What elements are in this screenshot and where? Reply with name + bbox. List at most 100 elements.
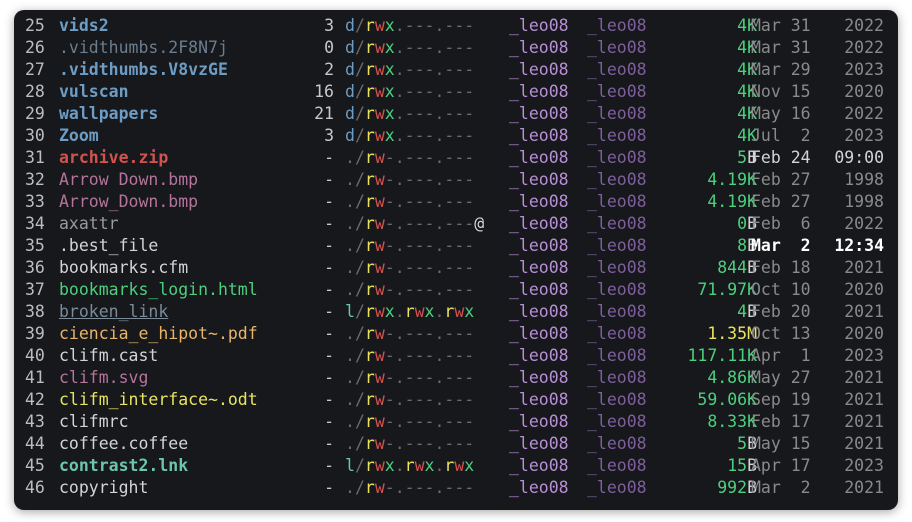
file-row[interactable]: 32 Arrow Down.bmp - ./rw-.---.--- _leo08 _leo… [14, 169, 898, 191]
file-size: 8.33K [707, 411, 757, 433]
row-number: 46 [25, 478, 45, 497]
item-count: - [324, 456, 334, 475]
file-row[interactable]: 26 .vidthumbs.2F8N7j 0 d/rwx.---.--- _leo08 _… [14, 37, 898, 59]
row-number: 28 [25, 82, 45, 101]
file-name[interactable]: Arrow Down.bmp [59, 169, 198, 191]
modified-date: May 27 [751, 367, 811, 389]
file-name[interactable]: clifm_interface~.odt [59, 389, 258, 411]
modified-time: 2021 [844, 390, 884, 409]
file-name[interactable]: bookmarks_login.html [59, 279, 258, 301]
item-count: - [324, 170, 334, 189]
item-count: - [324, 368, 334, 387]
permissions: ./rw-.---.--- [345, 346, 475, 365]
file-name[interactable]: bookmarks.cfm [59, 257, 188, 279]
file-size: 59.06K [697, 389, 757, 411]
file-row[interactable]: 40 clifm.cast - ./rw-.---.--- _leo08 _leo08 11… [14, 345, 898, 367]
row-number: 31 [25, 148, 45, 167]
item-count: - [324, 148, 334, 167]
modified-time: 2021 [844, 368, 884, 387]
permissions: ./rw-.---.--- [345, 236, 475, 255]
file-name[interactable]: broken_link [59, 301, 168, 323]
row-number: 41 [25, 368, 45, 387]
file-row[interactable]: 37 bookmarks_login.html - ./rw-.---.--- _leo… [14, 279, 898, 301]
file-name[interactable]: clifm.cast [59, 345, 158, 367]
month: May [751, 368, 781, 387]
item-count: - [324, 346, 334, 365]
day: 17 [780, 412, 811, 431]
modified-date: Mar 31 [751, 37, 811, 59]
month: Feb [751, 170, 781, 189]
file-name[interactable]: .best_file [59, 235, 158, 257]
modified-date: Mar 29 [751, 59, 811, 81]
file-group: _leo08 [587, 16, 647, 35]
file-name[interactable]: copyright [59, 477, 148, 499]
file-row[interactable]: 36 bookmarks.cfm - ./rw-.---.--- _leo08 _leo0… [14, 257, 898, 279]
file-row[interactable]: 41 clifm.svg - ./rw-.---.--- _leo08 _leo08 4.8… [14, 367, 898, 389]
month: Apr [751, 456, 781, 475]
modified-time: 1998 [844, 170, 884, 189]
file-row[interactable]: 44 coffee.coffee - ./rw-.---.--- _leo08 _leo0… [14, 433, 898, 455]
file-row[interactable]: 39 ciencia_e_hipot~.pdf - ./rw-.---.--- _leo… [14, 323, 898, 345]
file-owner: _leo08 [509, 126, 569, 145]
modified-date: Mar 31 [751, 15, 811, 37]
file-row[interactable]: 38 broken_link - l/rwx.rwx.rwx _leo08 _leo08 4… [14, 301, 898, 323]
modified-time: 2020 [844, 82, 884, 101]
month: Feb [751, 258, 781, 277]
file-name[interactable]: axattr [59, 213, 119, 235]
permissions: ./rw-.---.--- [345, 324, 475, 343]
size-value: 992 [717, 478, 748, 497]
file-name[interactable]: clifmrc [59, 411, 129, 433]
day: 2 [780, 126, 811, 145]
file-name[interactable]: contrast2.lnk [59, 455, 188, 477]
file-row[interactable]: 43 clifmrc - ./rw-.---.--- _leo08 _leo08 8.33K… [14, 411, 898, 433]
month: Feb [751, 192, 781, 211]
file-group: _leo08 [587, 258, 647, 277]
permissions: d/rwx.---.--- [345, 16, 475, 35]
file-name[interactable]: wallpapers [59, 103, 158, 125]
file-row[interactable]: 45 contrast2.lnk - l/rwx.rwx.rwx _leo08 _leo0… [14, 455, 898, 477]
month: Mar [751, 60, 781, 79]
file-row[interactable]: 33 Arrow_Down.bmp - ./rw-.---.--- _leo08 _leo… [14, 191, 898, 213]
file-group: _leo08 [587, 170, 647, 189]
file-row[interactable]: 25 vids2 3 d/rwx.---.--- _leo08 _leo08 4K Mar 3… [14, 15, 898, 37]
permissions: l/rwx.rwx.rwx [345, 302, 475, 321]
modified-date: Feb 27 [751, 191, 811, 213]
file-name[interactable]: vids2 [59, 15, 109, 37]
file-row[interactable]: 28 vulscan 16 d/rwx.---.--- _leo08 _leo08 4K No… [14, 81, 898, 103]
file-row[interactable]: 34 axattr - ./rw-.---.---@ _leo08 _leo08 0B Feb… [14, 213, 898, 235]
file-row[interactable]: 30 Zoom 3 d/rwx.---.--- _leo08 _leo08 4K Jul 22… [14, 125, 898, 147]
item-count: - [324, 258, 334, 277]
file-name[interactable]: Arrow_Down.bmp [59, 191, 198, 213]
file-row[interactable]: 42 clifm_interface~.odt - ./rw-.---.--- _leo… [14, 389, 898, 411]
file-size: 4.86K [707, 367, 757, 389]
size-value: 4 [737, 126, 748, 145]
file-name[interactable]: vulscan [59, 81, 129, 103]
day: 13 [780, 324, 811, 343]
file-name[interactable]: .vidthumbs.2F8N7j [59, 37, 228, 59]
size-value: 5 [737, 148, 748, 167]
size-value: 117.11 [687, 346, 748, 365]
file-row[interactable]: 31 archive.zip - ./rw-.---.--- _leo08 _leo08 5… [14, 147, 898, 169]
file-name[interactable]: ciencia_e_hipot~.pdf [59, 323, 258, 345]
file-row[interactable]: 27 .vidthumbs.V8vzGE 2 d/rwx.---.--- _leo08 _… [14, 59, 898, 81]
file-group: _leo08 [587, 214, 647, 233]
day: 29 [780, 60, 811, 79]
file-owner: _leo08 [509, 60, 569, 79]
permissions: ./rw-.---.--- [345, 368, 475, 387]
item-count: 3 [324, 16, 334, 35]
file-name[interactable]: Zoom [59, 125, 99, 147]
file-name[interactable]: .vidthumbs.V8vzGE [59, 59, 228, 81]
file-group: _leo08 [587, 390, 647, 409]
size-value: 1.35 [707, 324, 748, 343]
file-name[interactable]: clifm.svg [59, 367, 148, 389]
file-row[interactable]: 29 wallpapers 21 d/rwx.---.--- _leo08 _leo08 4… [14, 103, 898, 125]
item-count: - [324, 214, 334, 233]
month: Jul [751, 126, 781, 145]
file-name[interactable]: archive.zip [59, 147, 168, 169]
file-name[interactable]: coffee.coffee [59, 433, 188, 455]
permissions: l/rwx.rwx.rwx [345, 456, 475, 475]
file-size: 4.19K [707, 169, 757, 191]
file-row[interactable]: 35 .best_file - ./rw-.---.--- _leo08 _leo08 8B… [14, 235, 898, 257]
size-value: 59.06 [697, 390, 748, 409]
file-row[interactable]: 46 copyright - ./rw-.---.--- _leo08 _leo08 992… [14, 477, 898, 499]
